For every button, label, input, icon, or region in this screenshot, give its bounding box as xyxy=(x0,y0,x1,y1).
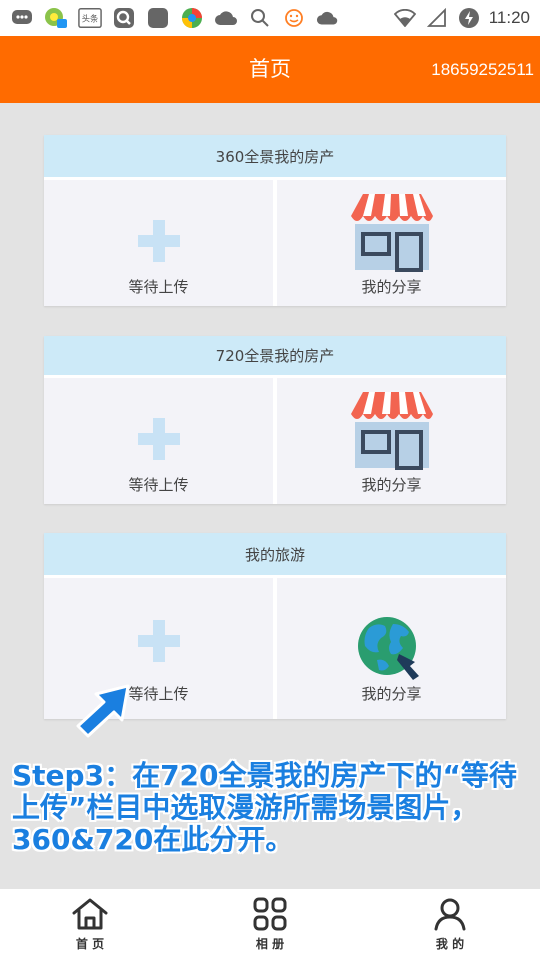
wifi-icon xyxy=(393,7,417,29)
pending-upload-360[interactable]: 等待上传 xyxy=(44,180,273,306)
shop-icon xyxy=(350,194,433,272)
plus-icon xyxy=(137,418,180,460)
my-share-label: 我的分享 xyxy=(361,476,422,494)
card-body: 等待上传 我的分享 xyxy=(44,378,506,504)
my-share-label: 我的分享 xyxy=(361,278,422,296)
toutiao-icon: 头条 xyxy=(78,7,102,29)
card-body: 等待上传 我的分享 xyxy=(44,180,506,306)
chat-icon xyxy=(10,7,34,29)
my-share-travel[interactable]: 我的分享 xyxy=(273,578,506,719)
cloud-icon xyxy=(316,7,340,29)
pending-upload-label: 等待上传 xyxy=(128,278,189,296)
tab-home-label: 首 页 xyxy=(75,937,105,951)
my-share-label: 我的分享 xyxy=(361,685,422,703)
home-icon xyxy=(72,898,108,930)
tutorial-annotation: Step3：在720全景我的房产下的“等待 上传”栏目中选取漫游所需场景图片， … xyxy=(12,760,532,856)
app-header: 首页 18659252511 xyxy=(0,36,540,103)
annotation-line-1: Step3：在720全景我的房产下的“等待 xyxy=(12,759,517,792)
plus-icon xyxy=(137,620,180,662)
card-header: 我的旅游 xyxy=(44,533,506,578)
signal-icon xyxy=(425,7,449,29)
search-icon xyxy=(248,7,272,29)
account-phone[interactable]: 18659252511 xyxy=(431,36,534,103)
plus-icon xyxy=(137,220,180,262)
status-time: 11:20 xyxy=(488,8,530,27)
pointer-arrow-icon xyxy=(76,684,130,738)
status-right: 11:20 xyxy=(393,7,530,29)
my-share-720[interactable]: 我的分享 xyxy=(273,378,506,504)
battery-charging-icon xyxy=(457,7,481,29)
blank-app-icon xyxy=(146,7,170,29)
my-share-360[interactable]: 我的分享 xyxy=(273,180,506,306)
person-icon xyxy=(434,898,466,931)
weather-icon xyxy=(214,7,238,29)
browser-icon xyxy=(180,7,204,29)
smiley-icon xyxy=(282,7,306,29)
svg-text:头条: 头条 xyxy=(82,14,99,24)
annotation-line-2: 上传”栏目中选取漫游所需场景图片， xyxy=(12,791,479,824)
status-icons: 头条 xyxy=(10,7,393,29)
card-360-property: 360全景我的房产 等待上传 我的分享 xyxy=(44,135,506,306)
grid-icon xyxy=(253,897,287,931)
globe-icon xyxy=(357,617,419,680)
tab-album[interactable]: 相 册 xyxy=(180,889,360,960)
card-header: 720全景我的房产 xyxy=(44,336,506,378)
pending-upload-720[interactable]: 等待上传 xyxy=(44,378,273,504)
card-header: 360全景我的房产 xyxy=(44,135,506,180)
tab-mine[interactable]: 我 的 xyxy=(360,889,540,960)
app-notification-icon xyxy=(44,7,68,29)
tab-mine-label: 我 的 xyxy=(435,937,465,951)
shop-icon xyxy=(350,392,433,470)
tab-home[interactable]: 首 页 xyxy=(0,889,180,960)
status-bar: 头条 11:20 xyxy=(0,0,540,36)
search-app-icon xyxy=(112,7,136,29)
annotation-line-3: 360&720在此分开。 xyxy=(12,823,294,856)
tab-album-label: 相 册 xyxy=(255,937,285,951)
card-720-property: 720全景我的房产 等待上传 我的分享 xyxy=(44,336,506,504)
bottom-tab-bar: 首 页 相 册 我 的 xyxy=(0,889,540,960)
pending-upload-label: 等待上传 xyxy=(128,476,189,494)
